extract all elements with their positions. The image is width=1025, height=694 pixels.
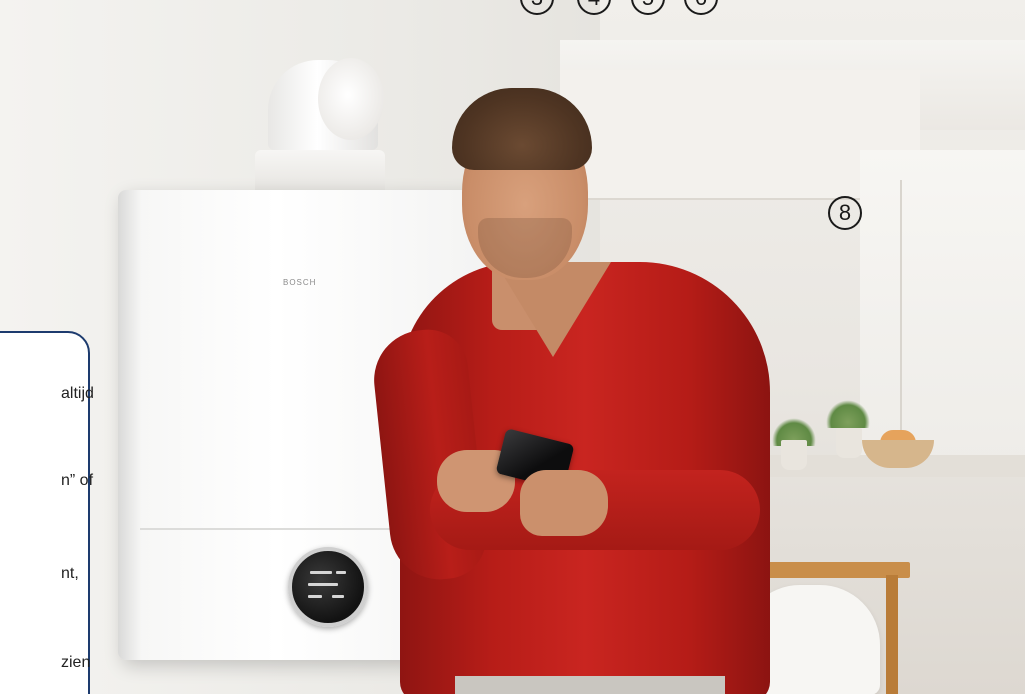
table-leg [886, 575, 898, 694]
boiler-brand-logo: BOSCH [283, 278, 317, 287]
plant-pot [781, 440, 807, 470]
callout-badge-8: 8 [828, 196, 862, 230]
window [860, 150, 1025, 470]
jeans [455, 676, 725, 694]
flue-cap [318, 58, 384, 140]
right-hand [520, 470, 608, 536]
display-segment [336, 571, 346, 574]
info-text-line: nt, [61, 565, 79, 582]
info-text-line: altijd [61, 385, 94, 402]
info-panel: altijd n” of nt, zien [0, 331, 94, 694]
plant-pot [836, 428, 862, 458]
plant-leaves [826, 400, 870, 428]
boiler-control-display [288, 547, 368, 627]
display-segment [308, 595, 322, 598]
photo-scene: BOSCH 3 4 5 6 8 altijd n” of nt, zien [0, 0, 1025, 694]
display-segment [310, 571, 332, 574]
display-segment [332, 595, 344, 598]
info-text-line: n” of [61, 472, 94, 489]
callout-badge-5: 5 [631, 0, 665, 15]
window-frame [900, 180, 902, 470]
info-text-line: zien [61, 654, 91, 671]
callout-badge-6: 6 [684, 0, 718, 15]
display-segment [308, 583, 338, 586]
